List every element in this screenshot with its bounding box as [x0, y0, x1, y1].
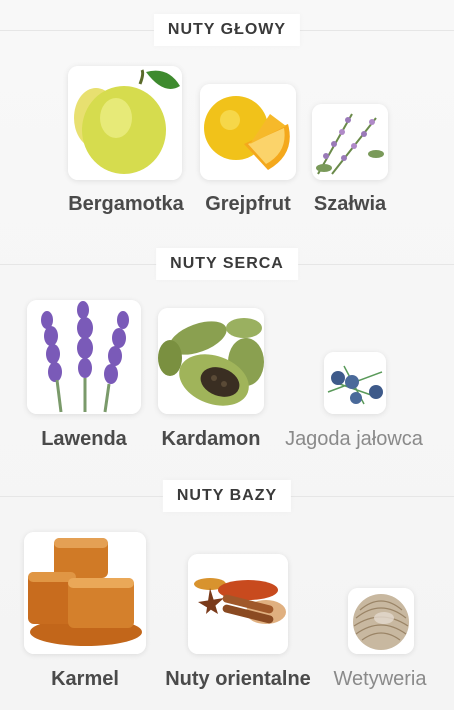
section-title-top-notes: NUTY GŁOWY — [153, 14, 301, 46]
sage-icon — [312, 104, 388, 180]
fragrance-notes-page: NUTY GŁOWY Bergamotka Grejpfrut Szałwia … — [0, 0, 454, 710]
juniper-berry-icon — [324, 352, 386, 414]
cardamom-icon — [158, 308, 264, 414]
note-label-grapefruit: Grejpfrut — [205, 193, 291, 215]
note-tile-caramel[interactable] — [24, 532, 146, 654]
note-tile-sage[interactable] — [312, 104, 388, 180]
note-tile-bergamot[interactable] — [68, 66, 182, 180]
section-title-base-notes: NUTY BAZY — [162, 480, 292, 512]
oriental-spices-icon — [188, 554, 288, 654]
note-label-juniper: Jagoda jałowca — [285, 428, 423, 450]
note-tile-juniper[interactable] — [324, 352, 386, 414]
lavender-icon — [27, 300, 141, 414]
note-tile-grapefruit[interactable] — [200, 84, 296, 180]
note-tile-vetiver[interactable] — [348, 588, 414, 654]
note-label-sage: Szałwia — [313, 193, 387, 215]
note-label-oriental: Nuty orientalne — [165, 668, 311, 690]
note-label-lavender: Lawenda — [41, 428, 127, 450]
grapefruit-icon — [200, 84, 296, 180]
vetiver-icon — [348, 588, 414, 654]
note-label-cardamom: Kardamon — [161, 428, 261, 450]
note-label-bergamot: Bergamotka — [68, 193, 184, 215]
bergamot-icon — [68, 66, 182, 180]
note-tile-cardamom[interactable] — [158, 308, 264, 414]
caramel-icon — [24, 532, 146, 654]
note-label-caramel: Karmel — [51, 668, 119, 690]
note-label-vetiver: Wetyweria — [333, 668, 427, 690]
note-tile-lavender[interactable] — [27, 300, 141, 414]
note-tile-oriental[interactable] — [188, 554, 288, 654]
section-title-heart-notes: NUTY SERCA — [156, 248, 298, 280]
